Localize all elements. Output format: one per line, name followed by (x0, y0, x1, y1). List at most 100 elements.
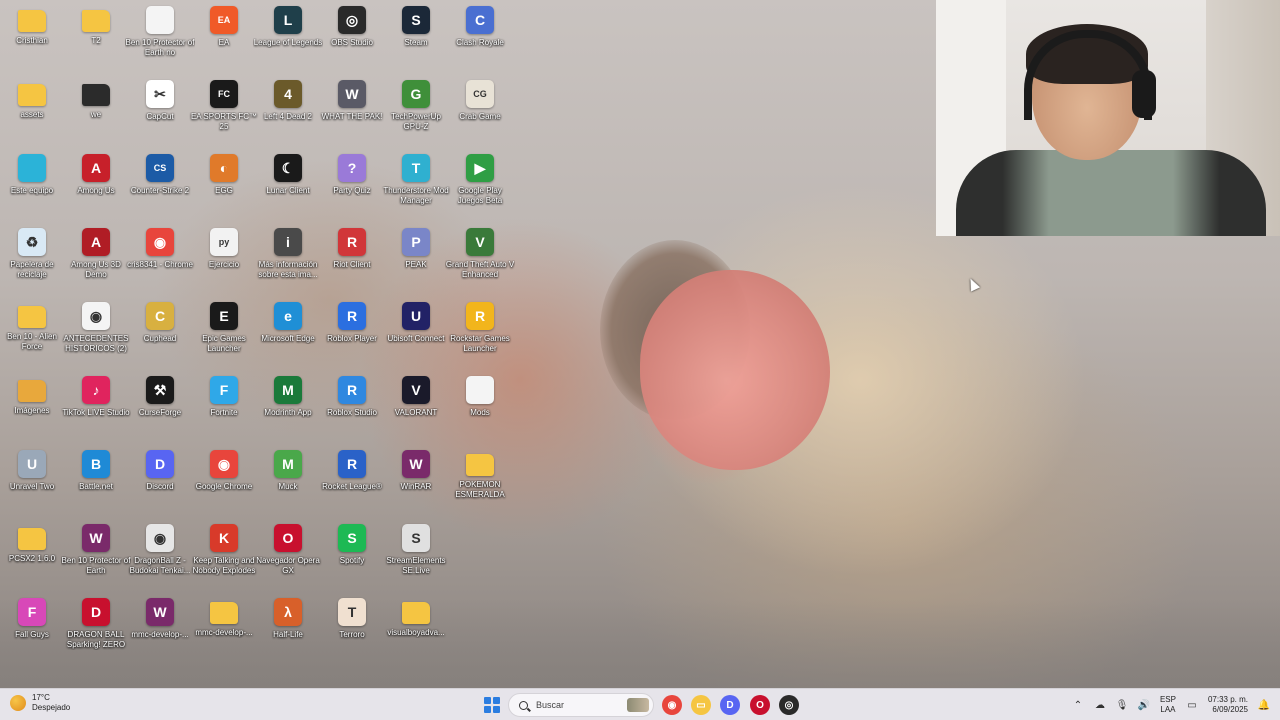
desktop-shortcut[interactable]: CG Crab Game (448, 76, 512, 146)
desktop-shortcut[interactable]: E Epic Games Launcher (192, 298, 256, 368)
desktop-shortcut[interactable]: ◉ cris8341 - Chrome (127, 224, 193, 294)
desktop-shortcut[interactable]: Ben 10 - Alien Force (0, 298, 64, 368)
desktop-shortcut[interactable]: K Keep Talking and Nobody Explodes (192, 520, 256, 590)
desktop-shortcut[interactable]: ♪ TikTok LIVE Studio (62, 372, 130, 442)
desktop-shortcut[interactable]: R Riot Client (320, 224, 384, 294)
desktop-shortcut[interactable]: ◉ DragonBall Z - Budokai Tenkai... (128, 520, 192, 590)
desktop-shortcut[interactable]: ◎ OBS Studio (320, 2, 384, 72)
desktop-shortcut[interactable]: PCSX2 1.6.0 (0, 520, 64, 590)
desktop-shortcut[interactable]: A Among Us (64, 150, 128, 220)
desktop-shortcut[interactable]: ◉ ANTECEDENTES HISTÓRICOS (2) (64, 298, 128, 368)
microphone-icon[interactable]: 🎙 (1116, 699, 1129, 711)
desktop-shortcut[interactable]: assets (0, 76, 64, 146)
input-language-indicator[interactable]: ESP LAA (1160, 695, 1176, 715)
desktop-shortcut[interactable]: R Rockstar Games Launcher (448, 298, 512, 368)
desktop-shortcut[interactable]: Wmmc-develop-... (128, 594, 192, 664)
desktop-shortcut-label: Google Play Juegos Beta (457, 186, 503, 205)
weather-widget[interactable]: 17°C Despejado (10, 693, 70, 713)
desktop-shortcut[interactable]: F Fortnite (192, 372, 256, 442)
info-icon: i (274, 228, 302, 256)
desktop-shortcut[interactable]: Cristhian (0, 2, 64, 72)
desktop-shortcut[interactable]: V Grand Theft Auto V Enhanced (446, 224, 514, 294)
desktop-shortcut[interactable]: i Más información sobre esta ima... (256, 224, 320, 294)
desktop-shortcut[interactable]: ♻ Papelera de reciclaje (0, 224, 64, 294)
desktop-shortcut[interactable]: T Thunderstore Mod Manager (383, 150, 449, 220)
clock[interactable]: 07:33 p. m. 6/09/2025 (1208, 695, 1248, 715)
desktop-shortcut[interactable]: py Ejercicio (192, 224, 256, 294)
desktop-shortcut[interactable]: CS Counter-Strike 2 (128, 150, 192, 220)
left4dead-icon: 4 (274, 80, 302, 108)
desktop-shortcut[interactable]: D DRAGON BALL Sparking! ZERO (64, 594, 128, 664)
show-hidden-icons-chevron-icon[interactable]: ⌃ (1072, 699, 1084, 711)
desktop-shortcut-label: T2 (91, 36, 101, 45)
desktop-shortcut[interactable]: B Battle.net (64, 446, 128, 516)
egg-icon: ◐ (210, 154, 238, 182)
desktop-shortcut[interactable]: G TechPowerUp GPU-Z (384, 76, 448, 146)
desktop-shortcut[interactable]: R Roblox Studio (320, 372, 384, 442)
desktop-shortcut[interactable]: U Unravel Two (0, 446, 64, 516)
discord-taskbar-icon[interactable]: D (720, 695, 740, 715)
desktop-shortcut-label: Among Us 3D Demo (71, 260, 121, 279)
notification-bell-icon[interactable]: 🔔 (1258, 699, 1270, 711)
desktop-shortcut[interactable]: e Microsoft Edge (256, 298, 320, 368)
desktop-shortcut[interactable]: POKEMON ESMERALDA (448, 446, 512, 516)
desktop-shortcut[interactable]: S StreamElements SE.Live (384, 520, 448, 590)
desktop-shortcut[interactable]: Ben 10 Protector of Earth no (126, 2, 194, 72)
desktop-shortcut[interactable]: M Modrinth App (256, 372, 320, 442)
desktop-shortcut[interactable]: W WHAT THE PAK! (320, 76, 384, 146)
desktop-shortcut-label: Counter-Strike 2 (130, 186, 190, 195)
desktop-shortcut[interactable]: ▶ Google Play Juegos Beta (448, 150, 512, 220)
desktop-shortcut[interactable]: we (64, 76, 128, 146)
desktop-shortcut[interactable]: W Ben 10 Protector of Earth (62, 520, 130, 590)
desktop-shortcut[interactable]: C Clash Royale (448, 2, 512, 72)
desktop-shortcut[interactable]: W WinRAR (384, 446, 448, 516)
desktop-shortcut[interactable]: S Steam (384, 2, 448, 72)
battlenet-icon: B (82, 450, 110, 478)
weather-temperature: 17°C (32, 693, 50, 702)
desktop-shortcut[interactable]: ◉ Google Chrome (192, 446, 256, 516)
desktop-shortcut[interactable]: Este equipo (0, 150, 64, 220)
desktop-shortcut[interactable]: EA EA (192, 2, 256, 72)
desktop-shortcut[interactable]: O Navegador Opera GX (256, 520, 320, 590)
chrome-taskbar-icon[interactable]: ◉ (662, 695, 682, 715)
discord-icon: D (146, 450, 174, 478)
desktop-shortcut[interactable]: ☾ Lunar Client (256, 150, 320, 220)
desktop-shortcut[interactable]: Imágenes (0, 372, 64, 442)
desktop-shortcut[interactable]: ✂ CapCut (128, 76, 192, 146)
folder-icon (466, 454, 494, 476)
desktop-shortcut[interactable]: D Discord (128, 446, 192, 516)
desktop-shortcut[interactable]: T2 (64, 2, 128, 72)
desktop-shortcut[interactable]: Mods (448, 372, 512, 442)
network-display-icon[interactable]: ▭ (1186, 699, 1198, 711)
volume-icon[interactable]: 🔊 (1138, 699, 1150, 711)
desktop-shortcut[interactable]: A Among Us 3D Demo (64, 224, 128, 294)
desktop-shortcut[interactable]: T Terroro (320, 594, 384, 664)
desktop-shortcut[interactable]: ? Party Quiz (320, 150, 384, 220)
onedrive-cloud-icon[interactable]: ☁ (1094, 699, 1106, 711)
desktop-shortcut[interactable]: FC EA SPORTS FC™ 25 (191, 76, 257, 146)
desktop-shortcut[interactable]: M Muck (256, 446, 320, 516)
desktop-shortcut[interactable]: ⚒ CurseForge (128, 372, 192, 442)
file-explorer-taskbar-icon[interactable]: ▭ (691, 695, 711, 715)
edge-icon: e (274, 302, 302, 330)
desktop-shortcut[interactable]: F Fall Guys (0, 594, 64, 664)
start-button[interactable] (484, 697, 500, 713)
desktop-shortcut[interactable]: S Spotify (320, 520, 384, 590)
desktop-shortcut[interactable]: P PEAK (384, 224, 448, 294)
desktop-shortcut[interactable]: U Ubisoft Connect (384, 298, 448, 368)
desktop-shortcut[interactable]: R Rocket League® (320, 446, 384, 516)
desktop-shortcut[interactable]: λ Half-Life (256, 594, 320, 664)
desktop-shortcut[interactable]: visualboyadva... (384, 594, 448, 664)
desktop-shortcut[interactable]: mmc-develop-... (192, 594, 256, 664)
desktop-shortcut[interactable]: ◐ EGG (192, 150, 256, 220)
among-us-icon: A (82, 154, 110, 182)
desktop-shortcut[interactable]: R Roblox Player (320, 298, 384, 368)
opera-gx-taskbar-icon[interactable]: O (750, 695, 770, 715)
desktop-shortcut[interactable]: 4 Left 4 Dead 2 (256, 76, 320, 146)
desktop-shortcut[interactable]: L League of Legends (254, 2, 322, 72)
taskbar-search-box[interactable]: Buscar (508, 693, 654, 717)
desktop-shortcut[interactable]: C Cuphead (128, 298, 192, 368)
obs-taskbar-icon[interactable]: ◎ (779, 695, 799, 715)
desktop-shortcut[interactable]: V VALORANT (384, 372, 448, 442)
desktop-shortcut-label: Navegador Opera GX (256, 556, 320, 575)
